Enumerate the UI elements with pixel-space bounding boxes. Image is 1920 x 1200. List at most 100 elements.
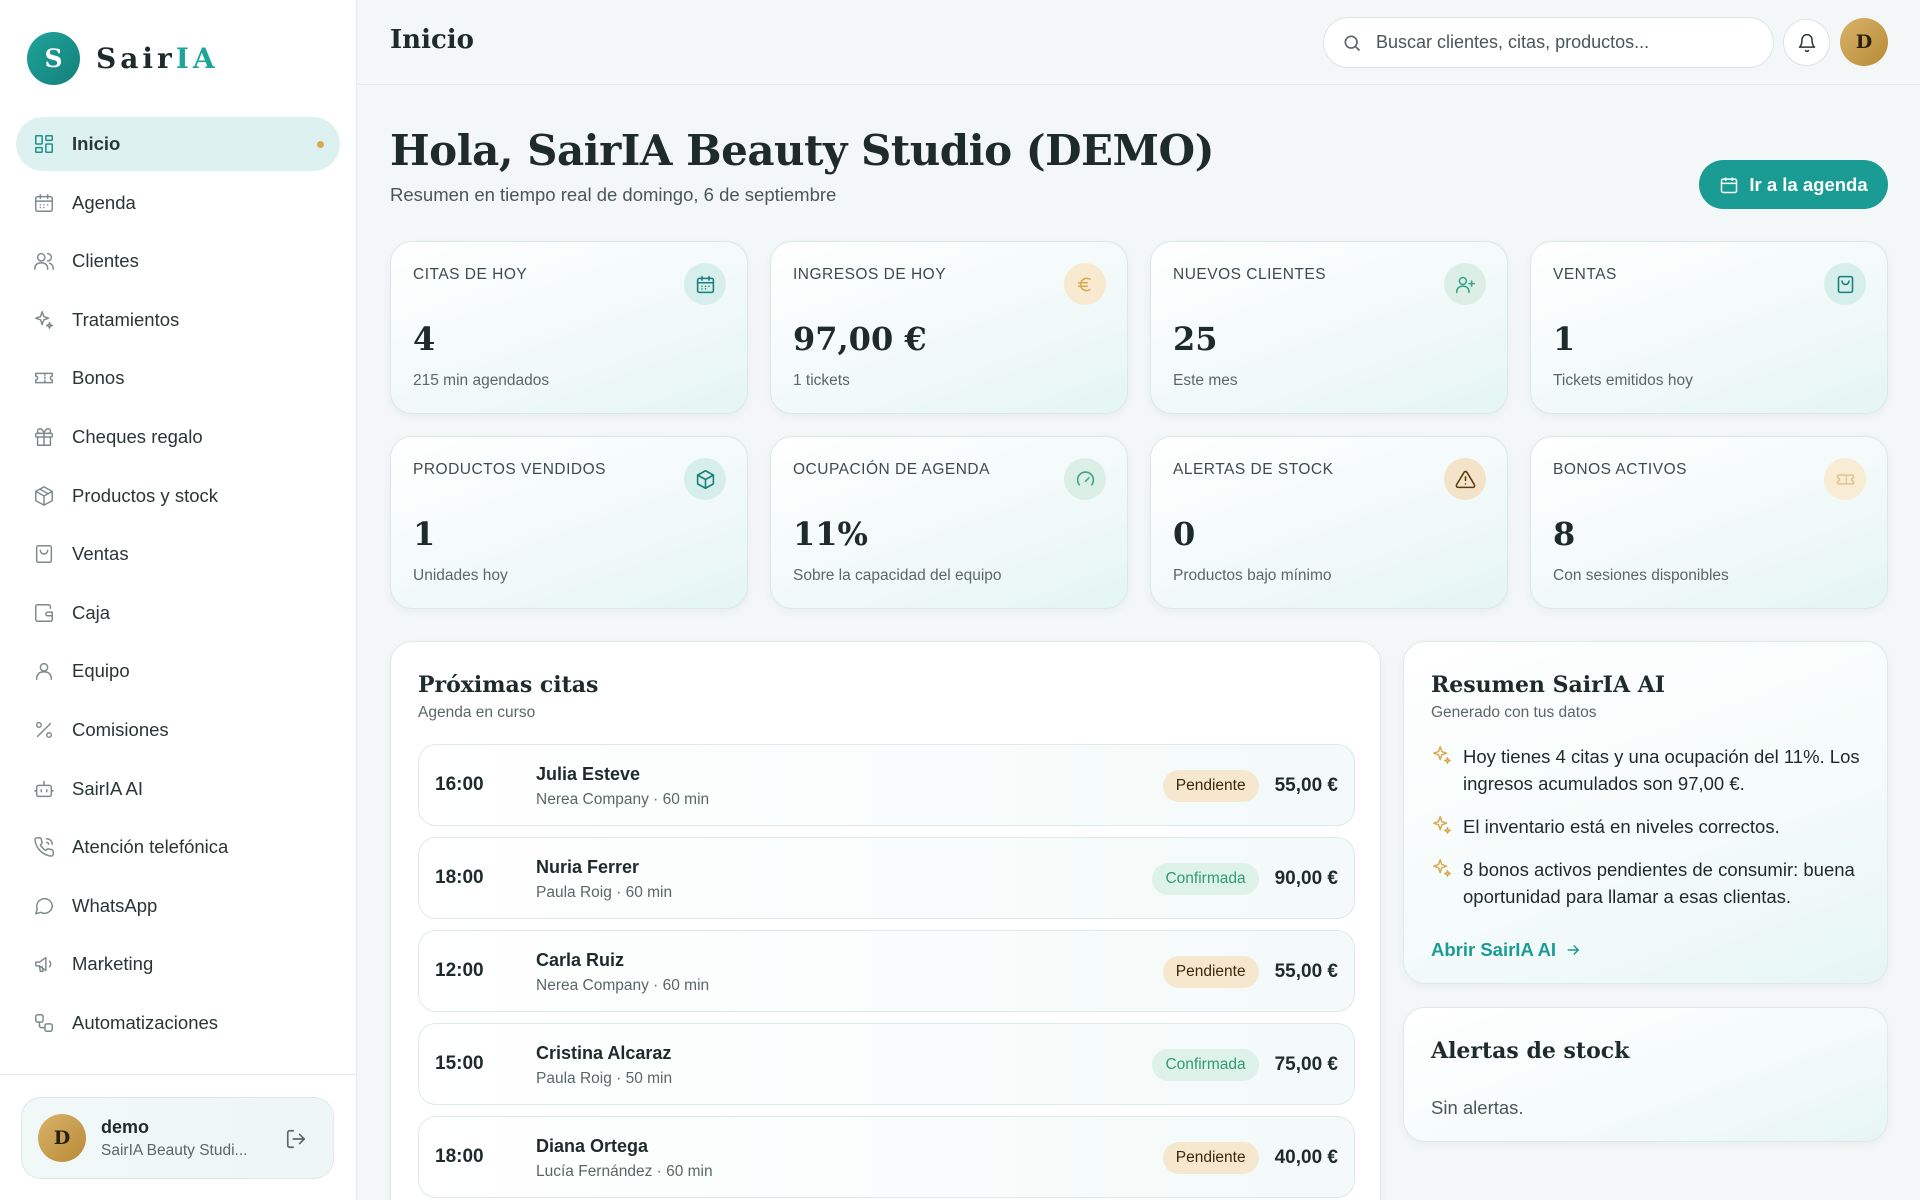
notifications-button[interactable]: [1783, 19, 1830, 66]
shopping-bag-icon: [1824, 263, 1866, 305]
appointment-right: Pendiente 40,00 €: [1162, 1117, 1338, 1199]
brand-logo: S: [27, 32, 80, 85]
appointment-meta: Nerea Company · 60 min: [536, 977, 710, 994]
appointment-client: Carla Ruiz: [536, 950, 625, 970]
status-badge: Confirmada: [1152, 863, 1259, 895]
sidebar-item-marketing[interactable]: Marketing: [16, 937, 340, 991]
stat-card-nuevos-clientes[interactable]: Nuevos clientes 25 Este mes: [1150, 241, 1508, 414]
go-to-agenda-button[interactable]: Ir a la agenda: [1699, 160, 1888, 209]
stat-note: Tickets emitidos hoy: [1553, 372, 1693, 389]
user-org: SairIA Beauty Studi...: [101, 1141, 248, 1159]
user-avatar-button[interactable]: D: [1840, 18, 1888, 66]
appointment-row[interactable]: 12:00 Carla Ruiz Nerea Company · 60 min …: [418, 930, 1355, 1012]
sidebar-item-label: Caja: [72, 601, 111, 623]
panel-subtitle: Generado con tus datos: [1431, 704, 1597, 721]
stat-card-ocupacion-agenda[interactable]: Ocupación de agenda 11% Sobre la capacid…: [770, 436, 1128, 609]
appointment-row[interactable]: 18:00 Nuria Ferrer Paula Roig · 60 min C…: [418, 837, 1355, 919]
appointment-price: 90,00 €: [1274, 868, 1338, 889]
sidebar-item-label: Bonos: [72, 367, 125, 389]
stat-note: Sobre la capacidad del equipo: [793, 567, 1002, 584]
open-sairia-ai-link[interactable]: Abrir SairIA AI: [1431, 939, 1582, 961]
sidebar-item-label: Marketing: [72, 953, 154, 975]
sidebar-item-whatsapp[interactable]: WhatsApp: [16, 879, 340, 933]
go-to-agenda-label: Ir a la agenda: [1749, 173, 1868, 195]
calendar-icon: [32, 191, 56, 215]
stat-card-productos-vendidos[interactable]: Productos vendidos 1 Unidades hoy: [390, 436, 748, 609]
ai-insight: 8 bonos activos pendientes de consumir: …: [1431, 856, 1871, 910]
sidebar-nav: Inicio Agenda Clientes Tratamientos Bono…: [16, 117, 340, 1055]
sidebar-item-tratamientos[interactable]: Tratamientos: [16, 293, 340, 347]
sidebar-item-inicio[interactable]: Inicio: [16, 117, 340, 171]
sidebar-item-clientes[interactable]: Clientes: [16, 234, 340, 288]
sidebar-item-ventas[interactable]: Ventas: [16, 527, 340, 581]
brand[interactable]: S SairIA: [27, 32, 219, 85]
search-input[interactable]: [1376, 32, 1756, 53]
stat-card-ventas[interactable]: Ventas 1 Tickets emitidos hoy: [1530, 241, 1888, 414]
sidebar-item-label: Agenda: [72, 191, 136, 213]
appointment-time: 12:00: [435, 960, 484, 981]
sparkles-icon: [1431, 857, 1453, 879]
user-info: demo SairIA Beauty Studi...: [101, 1117, 247, 1160]
sidebar-item-label: Equipo: [72, 660, 130, 682]
sidebar-item-productos[interactable]: Productos y stock: [16, 469, 340, 523]
wallet-icon: [32, 601, 56, 625]
stat-note: Con sesiones disponibles: [1553, 567, 1729, 584]
sparkles-icon: [1431, 814, 1453, 836]
appointment-price: 40,00 €: [1274, 1147, 1338, 1168]
stat-value: 1: [1553, 320, 1576, 358]
sidebar-item-label: SairIA AI: [72, 777, 143, 799]
upcoming-appointments-panel: Próximas citas Agenda en curso 16:00 Jul…: [390, 641, 1381, 1200]
stat-label: Nuevos clientes: [1173, 266, 1327, 283]
sidebar-item-caja[interactable]: Caja: [16, 586, 340, 640]
user-icon: [32, 659, 56, 683]
user-card[interactable]: D demo SairIA Beauty Studi...: [21, 1097, 334, 1179]
sidebar-item-bonos[interactable]: Bonos: [16, 351, 340, 405]
search-bar[interactable]: [1323, 17, 1774, 68]
sidebar-item-label: Clientes: [72, 250, 139, 272]
stat-card-alertas-stock[interactable]: Alertas de stock 0 Productos bajo mínimo: [1150, 436, 1508, 609]
appointment-row[interactable]: 15:00 Cristina Alcaraz Paula Roig · 50 m…: [418, 1023, 1355, 1105]
ticket-icon: [32, 366, 56, 390]
logout-icon[interactable]: [285, 1128, 307, 1150]
appointment-meta: Nerea Company · 60 min: [536, 791, 710, 808]
stat-card-citas-hoy[interactable]: Citas de hoy 4 215 min agendados: [390, 241, 748, 414]
sidebar-item-equipo[interactable]: Equipo: [16, 644, 340, 698]
sidebar-item-label: WhatsApp: [72, 894, 158, 916]
appointment-row[interactable]: 18:00 Diana Ortega Lucía Fernández · 60 …: [418, 1116, 1355, 1198]
stat-label: Bonos activos: [1553, 461, 1687, 478]
status-badge: Pendiente: [1162, 1142, 1259, 1174]
ai-insight: El inventario está en niveles correctos.: [1431, 813, 1871, 840]
greeting-heading: Hola, SairIA Beauty Studio (DEMO): [390, 126, 1214, 175]
sidebar-item-atencion-telefonica[interactable]: Atención telefónica: [16, 820, 340, 874]
sidebar-item-label: Atención telefónica: [72, 836, 229, 858]
appointment-time: 16:00: [435, 774, 484, 795]
appointment-time: 15:00: [435, 1053, 484, 1074]
sidebar-item-label: Automatizaciones: [72, 1011, 219, 1033]
sidebar-item-cheques-regalo[interactable]: Cheques regalo: [16, 410, 340, 464]
stat-note: Productos bajo mínimo: [1173, 567, 1332, 584]
sidebar-item-comisiones[interactable]: Comisiones: [16, 703, 340, 757]
stat-value: 97,00 €: [793, 320, 927, 358]
appointment-right: Confirmada 75,00 €: [1152, 1024, 1338, 1106]
percent-icon: [32, 718, 56, 742]
stat-value: 8: [1553, 515, 1576, 553]
panel-subtitle: Agenda en curso: [418, 704, 536, 721]
sidebar-item-label: Comisiones: [72, 718, 169, 740]
stat-value: 1: [413, 515, 436, 553]
sidebar-item-agenda[interactable]: Agenda: [16, 176, 340, 230]
sparkles-icon: [1431, 744, 1453, 766]
alert-triangle-icon: [1444, 458, 1486, 500]
stat-value: 11%: [793, 515, 868, 553]
calendar-icon: [1721, 177, 1738, 193]
sidebar-item-sairia-ai[interactable]: SairIA AI: [16, 762, 340, 816]
shopping-bag-icon: [32, 542, 56, 566]
stat-value: 0: [1173, 515, 1196, 553]
appointment-row[interactable]: 16:00 Julia Esteve Nerea Company · 60 mi…: [418, 744, 1355, 826]
open-sairia-ai-label: Abrir SairIA AI: [1431, 939, 1557, 960]
stat-label: Ingresos de hoy: [793, 266, 947, 283]
stat-card-bonos-activos[interactable]: Bonos activos 8 Con sesiones disponibles: [1530, 436, 1888, 609]
phone-icon: [32, 835, 56, 859]
ai-insight-text: El inventario está en niveles correctos.: [1463, 816, 1780, 837]
stat-card-ingresos-hoy[interactable]: Ingresos de hoy 97,00 € 1 tickets: [770, 241, 1128, 414]
sidebar-item-automatizaciones[interactable]: Automatizaciones: [16, 996, 340, 1050]
